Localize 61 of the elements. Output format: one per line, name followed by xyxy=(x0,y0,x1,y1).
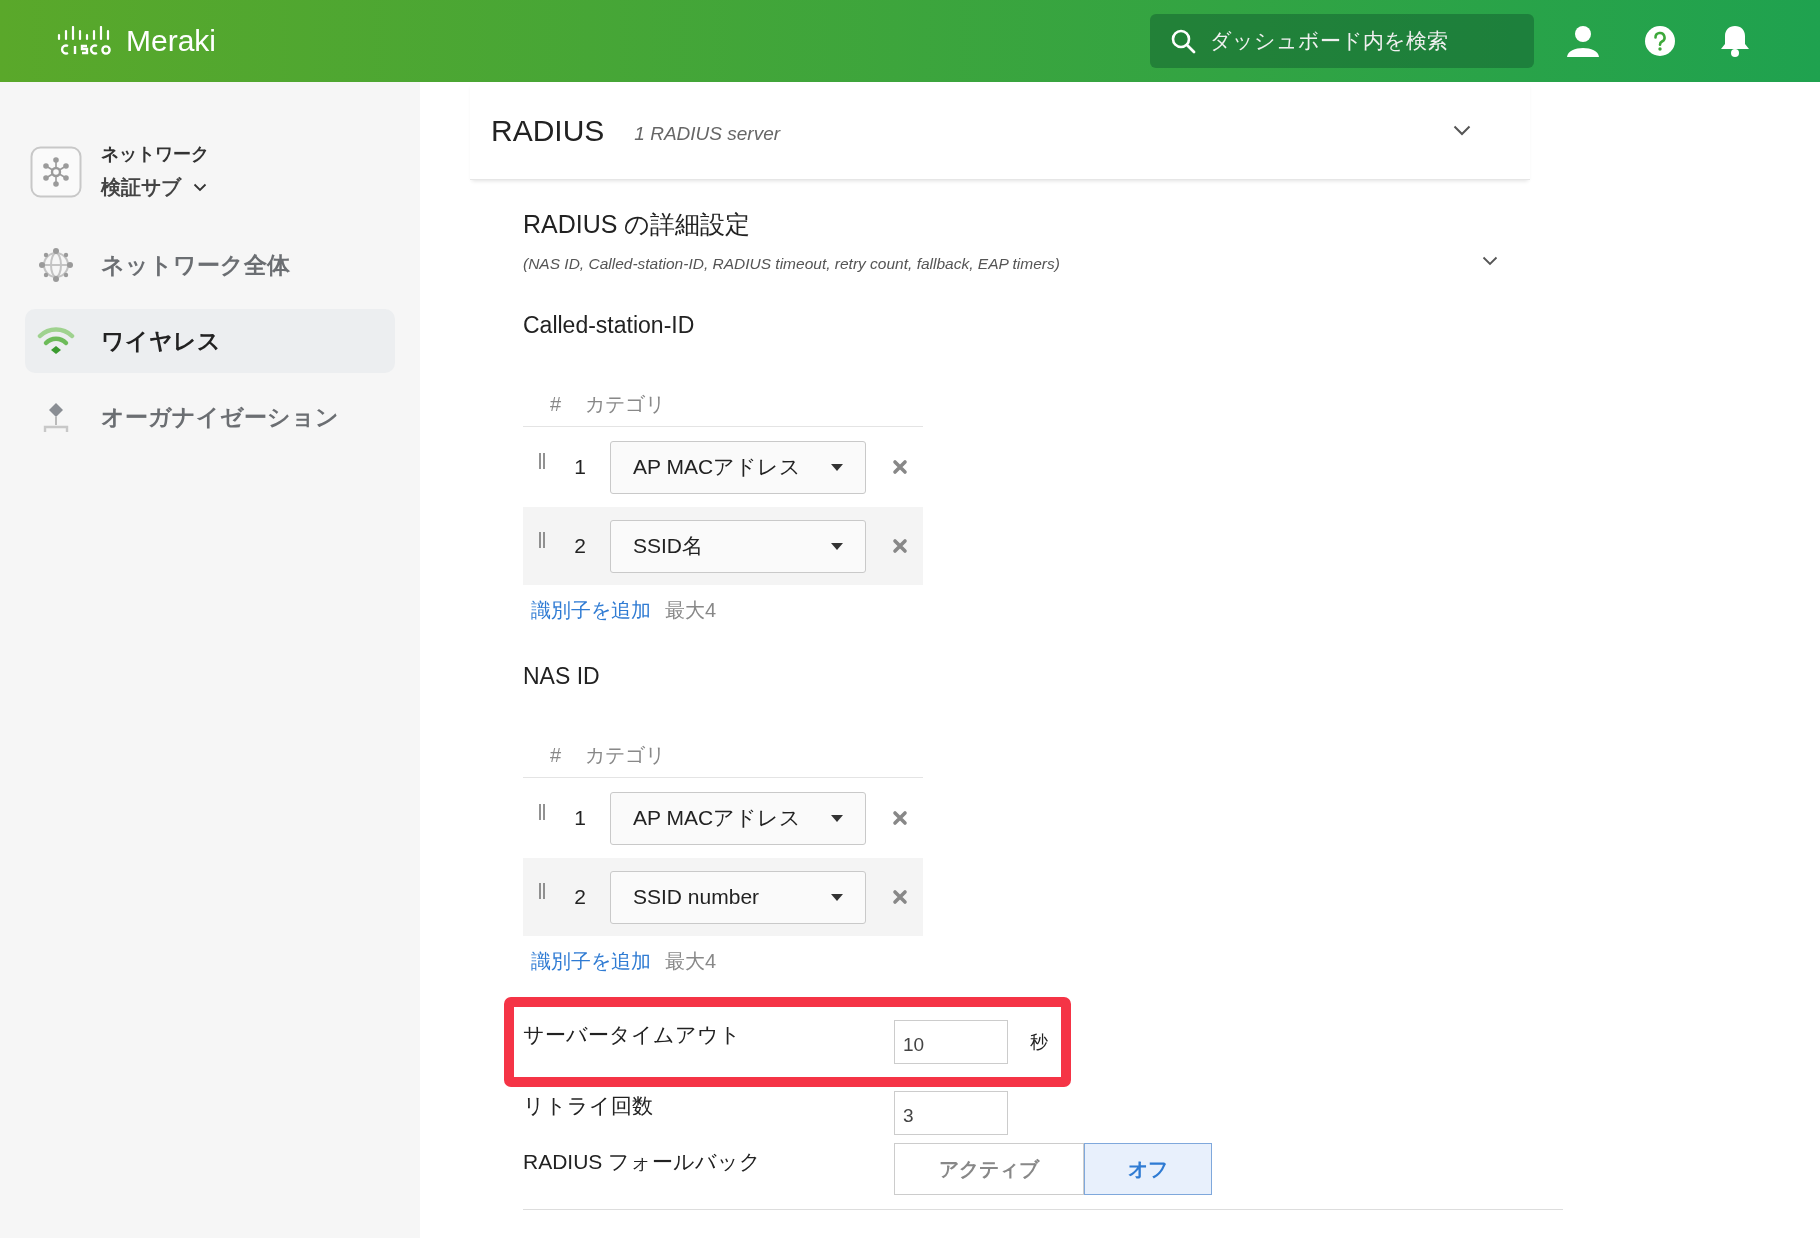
row-number: 2 xyxy=(573,534,587,558)
chevron-down-icon[interactable] xyxy=(193,183,207,192)
setting-label: リトライ回数 xyxy=(523,1093,654,1119)
panel-header[interactable]: RADIUS 1 RADIUS server xyxy=(470,82,1530,180)
row-number: 1 xyxy=(573,806,587,830)
globe-icon xyxy=(37,247,75,283)
section-subtitle: (NAS ID, Called-station-ID, RADIUS timeout, retry count, fallback, EAP timers) xyxy=(523,255,1060,273)
drag-handle-icon[interactable] xyxy=(538,532,546,548)
sidebar-item[interactable]: ワイヤレス xyxy=(25,309,395,373)
setting-label: サーバータイムアウト xyxy=(523,1022,742,1048)
caret-icon xyxy=(831,463,843,471)
search-field[interactable]: ダッシュボード内を検索 xyxy=(1150,14,1534,68)
limit-text: 最大4 xyxy=(665,598,717,623)
toggle-option[interactable]: アクティブ xyxy=(894,1143,1084,1195)
chevron-down-icon[interactable] xyxy=(1482,255,1498,266)
user-icon[interactable] xyxy=(1566,25,1600,57)
notification-bell-icon[interactable] xyxy=(1720,24,1750,58)
help-icon[interactable] xyxy=(1644,25,1676,57)
setting-label: RADIUS フォールバック xyxy=(523,1149,763,1175)
add-identifier-link[interactable]: 識別子を追加 xyxy=(531,597,651,624)
remove-icon[interactable] xyxy=(892,459,908,475)
network-selector[interactable]: 検証サブ xyxy=(101,174,181,201)
dropdown[interactable]: AP MACアドレス xyxy=(610,791,866,845)
drag-handle-icon[interactable] xyxy=(538,453,546,469)
row-number: 2 xyxy=(573,885,587,909)
chevron-down-icon[interactable] xyxy=(1453,125,1471,136)
sidebar-item[interactable]: ネットワーク全体 xyxy=(25,233,395,297)
limit-text: 最大4 xyxy=(665,949,717,974)
dropdown[interactable]: AP MACアドレス xyxy=(610,440,866,494)
drag-handle-icon[interactable] xyxy=(538,804,546,820)
cisco-logo-icon xyxy=(56,26,112,56)
drag-handle-icon[interactable] xyxy=(538,883,546,899)
unit-label: 秒 xyxy=(1030,1031,1048,1054)
search-icon xyxy=(1170,28,1196,54)
column-header: # xyxy=(548,393,561,416)
column-header: # xyxy=(548,744,561,767)
row-number: 1 xyxy=(573,455,587,479)
wifi-icon xyxy=(37,327,75,355)
remove-icon[interactable] xyxy=(892,810,908,826)
network-hub-icon xyxy=(30,145,82,198)
caret-icon xyxy=(831,893,843,901)
network-label: ネットワーク xyxy=(101,143,209,166)
dropdown[interactable]: SSID名 xyxy=(610,519,866,573)
panel-subtitle: 1 RADIUS server xyxy=(634,122,781,145)
section-title: RADIUS の詳細設定 xyxy=(523,209,752,240)
remove-icon[interactable] xyxy=(892,538,908,554)
brand-name: Meraki xyxy=(126,24,216,58)
remove-icon[interactable] xyxy=(892,889,908,905)
panel-title: RADIUS xyxy=(491,113,605,148)
sidebar-item[interactable]: オーガナイゼーション xyxy=(25,385,395,449)
toggle-option[interactable]: オフ xyxy=(1084,1143,1212,1195)
add-identifier-link[interactable]: 識別子を追加 xyxy=(531,948,651,975)
dropdown[interactable]: SSID number xyxy=(610,870,866,924)
caret-icon xyxy=(831,814,843,822)
column-header: カテゴリ xyxy=(585,743,665,768)
number-field[interactable]: 3 xyxy=(894,1091,1008,1135)
number-field[interactable]: 10 xyxy=(894,1020,1008,1064)
subsection-title: Called-station-ID xyxy=(523,312,696,339)
column-header: カテゴリ xyxy=(585,392,665,417)
subsection-title: NAS ID xyxy=(523,663,601,690)
caret-icon xyxy=(831,542,843,550)
